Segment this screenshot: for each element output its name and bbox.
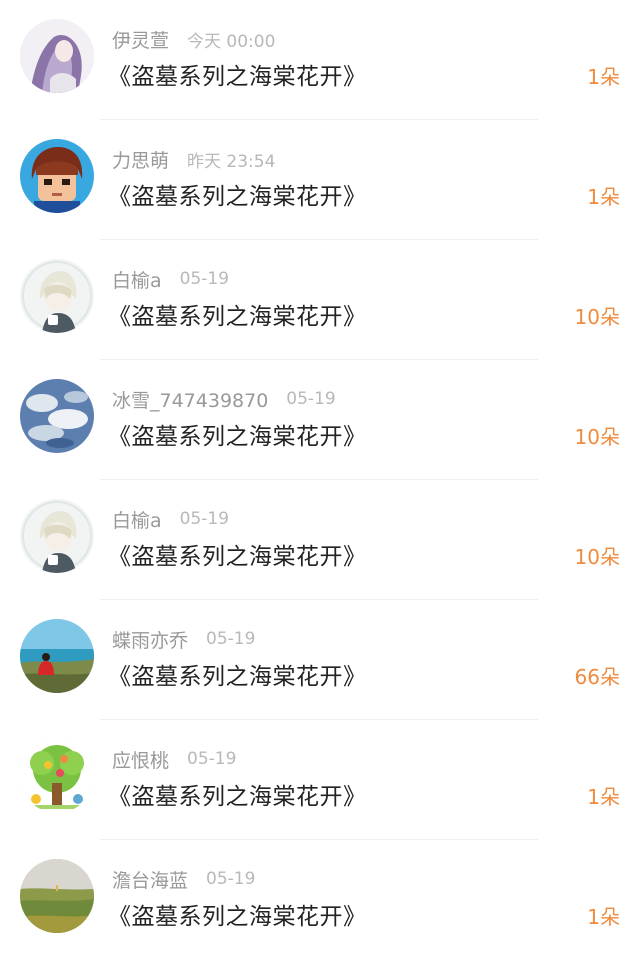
gift-record-row[interactable]: 澹台海蓝 05-19 《盗墓系列之海棠花开》 1朵 xyxy=(0,840,640,960)
book-title[interactable]: 《盗墓系列之海棠花开》 xyxy=(108,297,367,331)
avatar-cartoon-tree-icon xyxy=(20,739,94,813)
user-avatar[interactable] xyxy=(20,739,94,813)
username[interactable]: 白榆a xyxy=(112,506,162,533)
flower-count: 1朵 xyxy=(587,905,620,929)
avatar-grassland-icon xyxy=(20,859,94,933)
book-title[interactable]: 《盗墓系列之海棠花开》 xyxy=(108,177,367,211)
book-title[interactable]: 《盗墓系列之海棠花开》 xyxy=(108,537,367,571)
book-title[interactable]: 《盗墓系列之海棠花开》 xyxy=(108,897,367,931)
book-title[interactable]: 《盗墓系列之海棠花开》 xyxy=(108,57,367,91)
gift-record-row[interactable]: 力思萌 昨天 23:54 《盗墓系列之海棠花开》 1朵 xyxy=(0,120,640,240)
timestamp: 05-19 xyxy=(179,269,230,289)
avatar-anime-white-hair-icon xyxy=(20,499,94,573)
flower-count: 10朵 xyxy=(574,305,620,329)
timestamp: 05-19 xyxy=(179,509,230,529)
gift-record-row[interactable]: 白榆a 05-19 《盗墓系列之海棠花开》 10朵 xyxy=(0,240,640,360)
flower-count: 1朵 xyxy=(587,65,620,89)
timestamp: 05-19 xyxy=(206,869,256,889)
username[interactable]: 力思萌 xyxy=(112,146,169,173)
gift-record-row[interactable]: 蝶雨亦乔 05-19 《盗墓系列之海棠花开》 66朵 xyxy=(0,600,640,720)
gift-record-row[interactable]: 冰雪_747439870 05-19 《盗墓系列之海棠花开》 10朵 xyxy=(0,360,640,480)
timestamp: 今天 00:00 xyxy=(187,31,276,52)
username[interactable]: 伊灵萱 xyxy=(112,26,169,53)
avatar-purple-hair-girl-icon xyxy=(20,19,94,93)
avatar-anime-white-hair-icon xyxy=(20,259,94,333)
gift-record-row[interactable]: 伊灵萱 今天 00:00 《盗墓系列之海棠花开》 1朵 xyxy=(0,0,640,120)
avatar-pixel-boy-icon xyxy=(20,139,94,213)
username[interactable]: 澹台海蓝 xyxy=(112,866,188,893)
user-avatar[interactable] xyxy=(20,379,94,453)
avatar-seaside-person-icon xyxy=(20,619,94,693)
username[interactable]: 应恨桃 xyxy=(112,746,169,773)
flower-count: 10朵 xyxy=(574,425,620,449)
flower-count: 10朵 xyxy=(574,545,620,569)
user-avatar[interactable] xyxy=(20,859,94,933)
timestamp: 05-19 xyxy=(187,749,237,769)
timestamp: 05-19 xyxy=(206,629,256,649)
gift-record-list: 伊灵萱 今天 00:00 《盗墓系列之海棠花开》 1朵 力思萌 昨天 23:54… xyxy=(0,0,640,953)
username[interactable]: 冰雪_747439870 xyxy=(112,386,268,413)
user-avatar[interactable] xyxy=(20,259,94,333)
username[interactable]: 蝶雨亦乔 xyxy=(112,626,188,653)
book-title[interactable]: 《盗墓系列之海棠花开》 xyxy=(108,657,367,691)
book-title[interactable]: 《盗墓系列之海棠花开》 xyxy=(108,417,367,451)
avatar-cloudy-sky-icon xyxy=(20,379,94,453)
user-avatar[interactable] xyxy=(20,19,94,93)
user-avatar[interactable] xyxy=(20,499,94,573)
flower-count: 1朵 xyxy=(587,785,620,809)
gift-record-row[interactable]: 应恨桃 05-19 《盗墓系列之海棠花开》 1朵 xyxy=(0,720,640,840)
flower-count: 1朵 xyxy=(587,185,620,209)
book-title[interactable]: 《盗墓系列之海棠花开》 xyxy=(108,777,367,811)
user-avatar[interactable] xyxy=(20,619,94,693)
user-avatar[interactable] xyxy=(20,139,94,213)
timestamp: 昨天 23:54 xyxy=(187,151,276,172)
gift-record-row[interactable]: 白榆a 05-19 《盗墓系列之海棠花开》 10朵 xyxy=(0,480,640,600)
username[interactable]: 白榆a xyxy=(112,266,162,293)
flower-count: 66朵 xyxy=(574,665,620,689)
timestamp: 05-19 xyxy=(286,389,336,409)
